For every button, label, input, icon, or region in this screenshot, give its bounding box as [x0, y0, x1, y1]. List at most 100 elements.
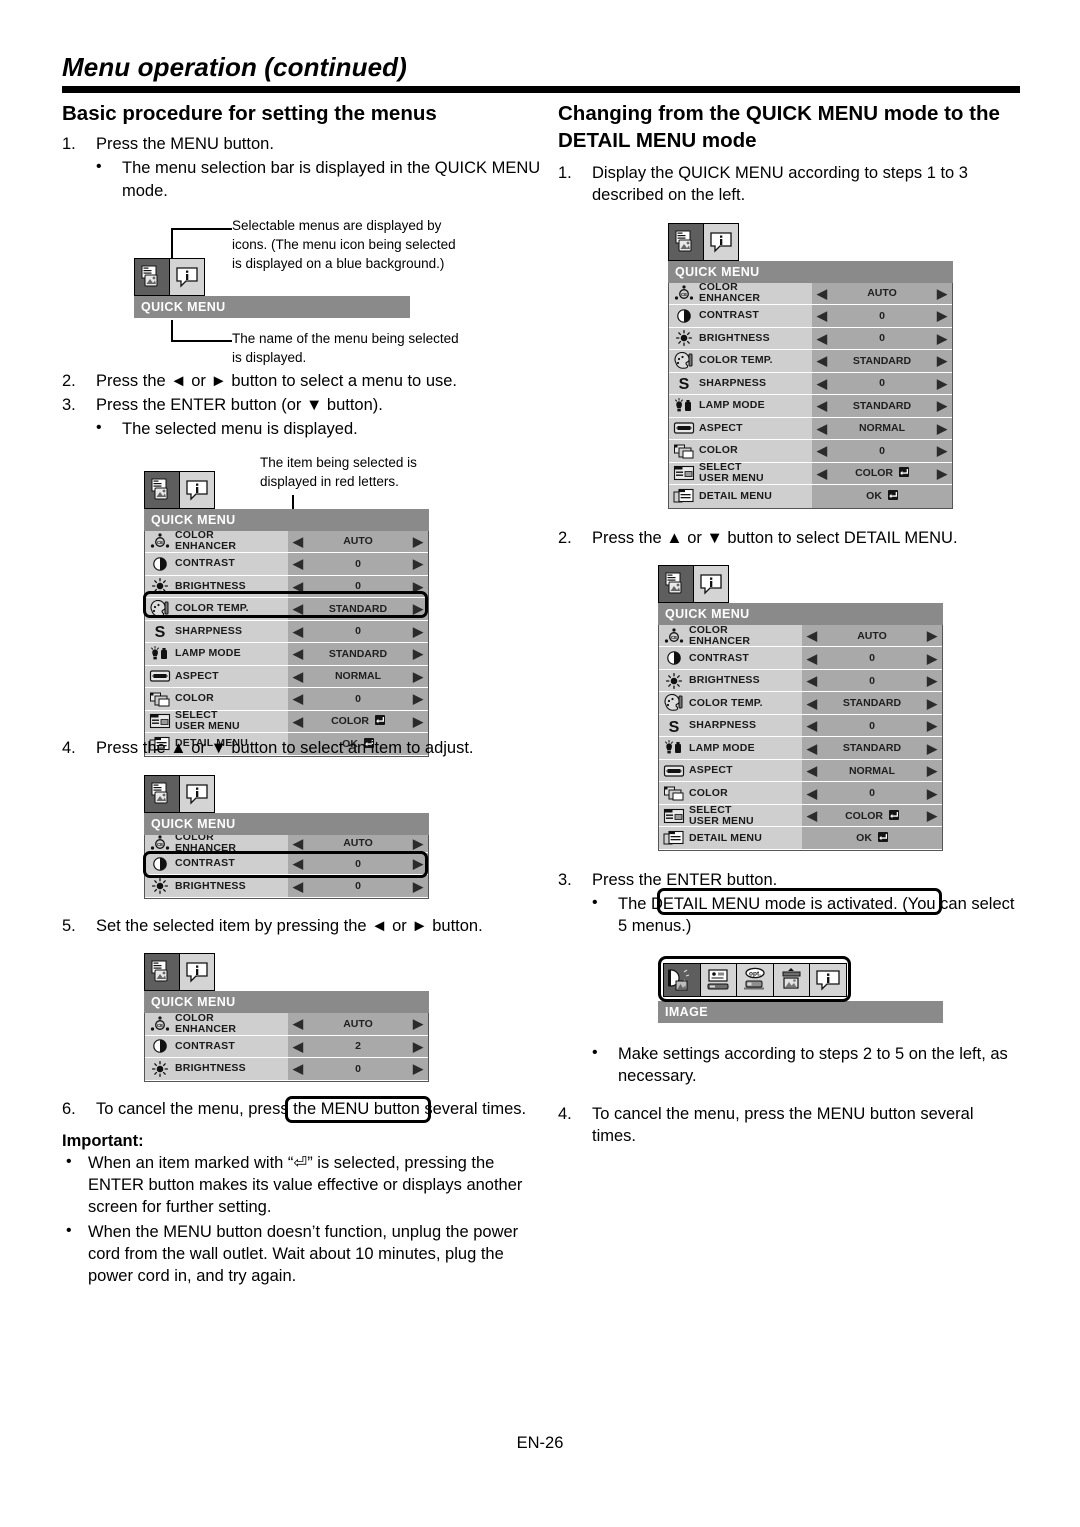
- osd-row[interactable]: CE COLOR ENHANCER ◀ AUTO ▶: [659, 624, 942, 648]
- osd-row[interactable]: CONTRAST ◀ 0 ▶: [659, 647, 942, 670]
- right-arrow-icon[interactable]: ▶: [927, 742, 937, 755]
- osd-row[interactable]: COLOR ◀ 0 ▶: [145, 688, 428, 711]
- osd-row-value-wrap[interactable]: ◀ 0 ▶: [802, 669, 942, 692]
- osd-row-value-wrap[interactable]: ◀ STANDARD ▶: [812, 395, 952, 417]
- osd-row[interactable]: ASPECT ◀ NORMAL ▶: [659, 759, 942, 783]
- osd-row[interactable]: COLOR ◀ 0 ▶: [669, 440, 952, 463]
- left-arrow-icon[interactable]: ◀: [293, 692, 303, 705]
- right-arrow-icon[interactable]: ▶: [413, 625, 423, 638]
- osd-row[interactable]: BRIGHTNESS ◀ 0 ▶: [145, 1058, 428, 1081]
- tab-info[interactable]: [168, 257, 205, 296]
- right-arrow-icon[interactable]: ▶: [927, 674, 937, 687]
- right-arrow-icon[interactable]: ▶: [937, 354, 947, 367]
- right-arrow-icon[interactable]: ▶: [927, 652, 937, 665]
- left-arrow-icon[interactable]: ◀: [817, 287, 827, 300]
- osd-row[interactable]: COLOR TEMP. ◀ STANDARD ▶: [145, 598, 428, 621]
- osd-row[interactable]: S SHARPNESS ◀ 0 ▶: [659, 714, 942, 738]
- osd-row-value-wrap[interactable]: ◀ 0 ▶: [812, 327, 952, 350]
- left-arrow-icon[interactable]: ◀: [293, 1062, 303, 1075]
- osd-row[interactable]: S SHARPNESS ◀ 0 ▶: [145, 620, 428, 644]
- osd-row[interactable]: CONTRAST ◀ 0 ▶: [669, 305, 952, 328]
- right-arrow-icon[interactable]: ▶: [413, 880, 423, 893]
- osd-row-value-wrap[interactable]: ◀ NORMAL ▶: [802, 759, 942, 782]
- osd-row[interactable]: SELECT USER MENU ◀ COLOR ▶: [145, 710, 428, 734]
- osd-row-value-wrap[interactable]: ◀ 0 ▶: [812, 372, 952, 395]
- osd-row-value-wrap[interactable]: ◀ AUTO ▶: [812, 282, 952, 305]
- osd-row-value-wrap[interactable]: ◀ 0 ▶: [288, 688, 428, 710]
- tab-picture[interactable]: [144, 953, 180, 992]
- osd-row[interactable]: BRIGHTNESS ◀ 0 ▶: [145, 875, 428, 898]
- osd-row-value-wrap[interactable]: OK: [802, 827, 942, 849]
- osd-row-value-wrap[interactable]: ◀ STANDARD ▶: [288, 643, 428, 665]
- right-arrow-icon[interactable]: ▶: [413, 580, 423, 593]
- osd-row-value-wrap[interactable]: ◀ STANDARD ▶: [288, 598, 428, 620]
- left-arrow-icon[interactable]: ◀: [807, 742, 817, 755]
- right-arrow-icon[interactable]: ▶: [413, 692, 423, 705]
- tab-signal[interactable]: [772, 962, 811, 997]
- right-arrow-icon[interactable]: ▶: [927, 719, 937, 732]
- osd-row[interactable]: COLOR TEMP. ◀ STANDARD ▶: [659, 692, 942, 715]
- osd-row[interactable]: BRIGHTNESS ◀ 0 ▶: [659, 669, 942, 693]
- tab-picture[interactable]: [134, 257, 170, 296]
- osd-row-value-wrap[interactable]: ◀ COLOR ▶: [802, 804, 942, 827]
- right-arrow-icon[interactable]: ▶: [937, 444, 947, 457]
- right-arrow-icon[interactable]: ▶: [413, 857, 423, 870]
- right-arrow-icon[interactable]: ▶: [927, 787, 937, 800]
- left-arrow-icon[interactable]: ◀: [807, 787, 817, 800]
- osd-row[interactable]: CE COLOR ENHANCER ◀ AUTO ▶: [669, 282, 952, 306]
- osd-row[interactable]: CONTRAST ◀ 0 ▶: [145, 852, 428, 876]
- osd-row[interactable]: CE COLOR ENHANCER ◀ AUTO ▶: [145, 834, 428, 853]
- osd-row[interactable]: COLOR ◀ 0 ▶: [659, 782, 942, 805]
- osd-row[interactable]: SELECT USER MENU ◀ COLOR ▶: [659, 804, 942, 828]
- left-arrow-icon[interactable]: ◀: [293, 647, 303, 660]
- tab-option[interactable]: opt.: [736, 962, 774, 997]
- right-arrow-icon[interactable]: ▶: [927, 629, 937, 642]
- right-arrow-icon[interactable]: ▶: [413, 837, 423, 850]
- tab-image[interactable]: [663, 962, 701, 997]
- left-arrow-icon[interactable]: ◀: [807, 629, 817, 642]
- osd-row-value-wrap[interactable]: ◀ 0 ▶: [812, 305, 952, 327]
- tab-info[interactable]: [702, 222, 739, 261]
- left-arrow-icon[interactable]: ◀: [293, 670, 303, 683]
- osd-row-value-wrap[interactable]: ◀ 0 ▶: [288, 575, 428, 598]
- left-arrow-icon[interactable]: ◀: [293, 857, 303, 870]
- osd-row-value-wrap[interactable]: ◀ 0 ▶: [288, 620, 428, 643]
- osd-row-value-wrap[interactable]: ◀ 0 ▶: [288, 553, 428, 575]
- osd-row[interactable]: ASPECT ◀ NORMAL ▶: [145, 665, 428, 689]
- left-arrow-icon[interactable]: ◀: [807, 652, 817, 665]
- right-arrow-icon[interactable]: ▶: [927, 764, 937, 777]
- osd-row[interactable]: CONTRAST ◀ 2 ▶: [145, 1035, 428, 1059]
- right-arrow-icon[interactable]: ▶: [937, 287, 947, 300]
- osd-row[interactable]: ASPECT ◀ NORMAL ▶: [669, 417, 952, 441]
- tab-picture[interactable]: [668, 222, 704, 261]
- osd-row-value-wrap[interactable]: ◀ AUTO ▶: [802, 624, 942, 647]
- osd-row[interactable]: LAMP MODE ◀ STANDARD ▶: [145, 643, 428, 666]
- right-arrow-icon[interactable]: ▶: [937, 422, 947, 435]
- osd-row[interactable]: BRIGHTNESS ◀ 0 ▶: [669, 327, 952, 351]
- tab-picture[interactable]: [144, 774, 180, 813]
- left-arrow-icon[interactable]: ◀: [293, 837, 303, 850]
- left-arrow-icon[interactable]: ◀: [293, 1040, 303, 1053]
- right-arrow-icon[interactable]: ▶: [937, 332, 947, 345]
- left-arrow-icon[interactable]: ◀: [293, 535, 303, 548]
- tab-info[interactable]: [692, 564, 729, 603]
- tab-picture[interactable]: [144, 470, 180, 509]
- osd-row[interactable]: CE COLOR ENHANCER ◀ AUTO ▶: [145, 530, 428, 554]
- left-arrow-icon[interactable]: ◀: [293, 557, 303, 570]
- osd-row-value-wrap[interactable]: ◀ COLOR ▶: [288, 710, 428, 733]
- tab-info[interactable]: [178, 470, 215, 509]
- osd-row[interactable]: LAMP MODE ◀ STANDARD ▶: [659, 737, 942, 760]
- left-arrow-icon[interactable]: ◀: [293, 880, 303, 893]
- osd-row-value-wrap[interactable]: ◀ 0 ▶: [812, 440, 952, 462]
- right-arrow-icon[interactable]: ▶: [413, 535, 423, 548]
- right-arrow-icon[interactable]: ▶: [413, 670, 423, 683]
- left-arrow-icon[interactable]: ◀: [807, 764, 817, 777]
- osd-row-value-wrap[interactable]: ◀ NORMAL ▶: [288, 665, 428, 688]
- osd-row[interactable]: COLOR TEMP. ◀ STANDARD ▶: [669, 350, 952, 373]
- osd-row[interactable]: CONTRAST ◀ 0 ▶: [145, 553, 428, 576]
- osd-row[interactable]: BRIGHTNESS ◀ 0 ▶: [145, 575, 428, 599]
- left-arrow-icon[interactable]: ◀: [807, 719, 817, 732]
- osd-row-value-wrap[interactable]: ◀ STANDARD ▶: [812, 350, 952, 372]
- osd-row-value-wrap[interactable]: ◀ 0 ▶: [802, 714, 942, 737]
- osd-row[interactable]: SELECT USER MENU ◀ COLOR ▶: [669, 462, 952, 486]
